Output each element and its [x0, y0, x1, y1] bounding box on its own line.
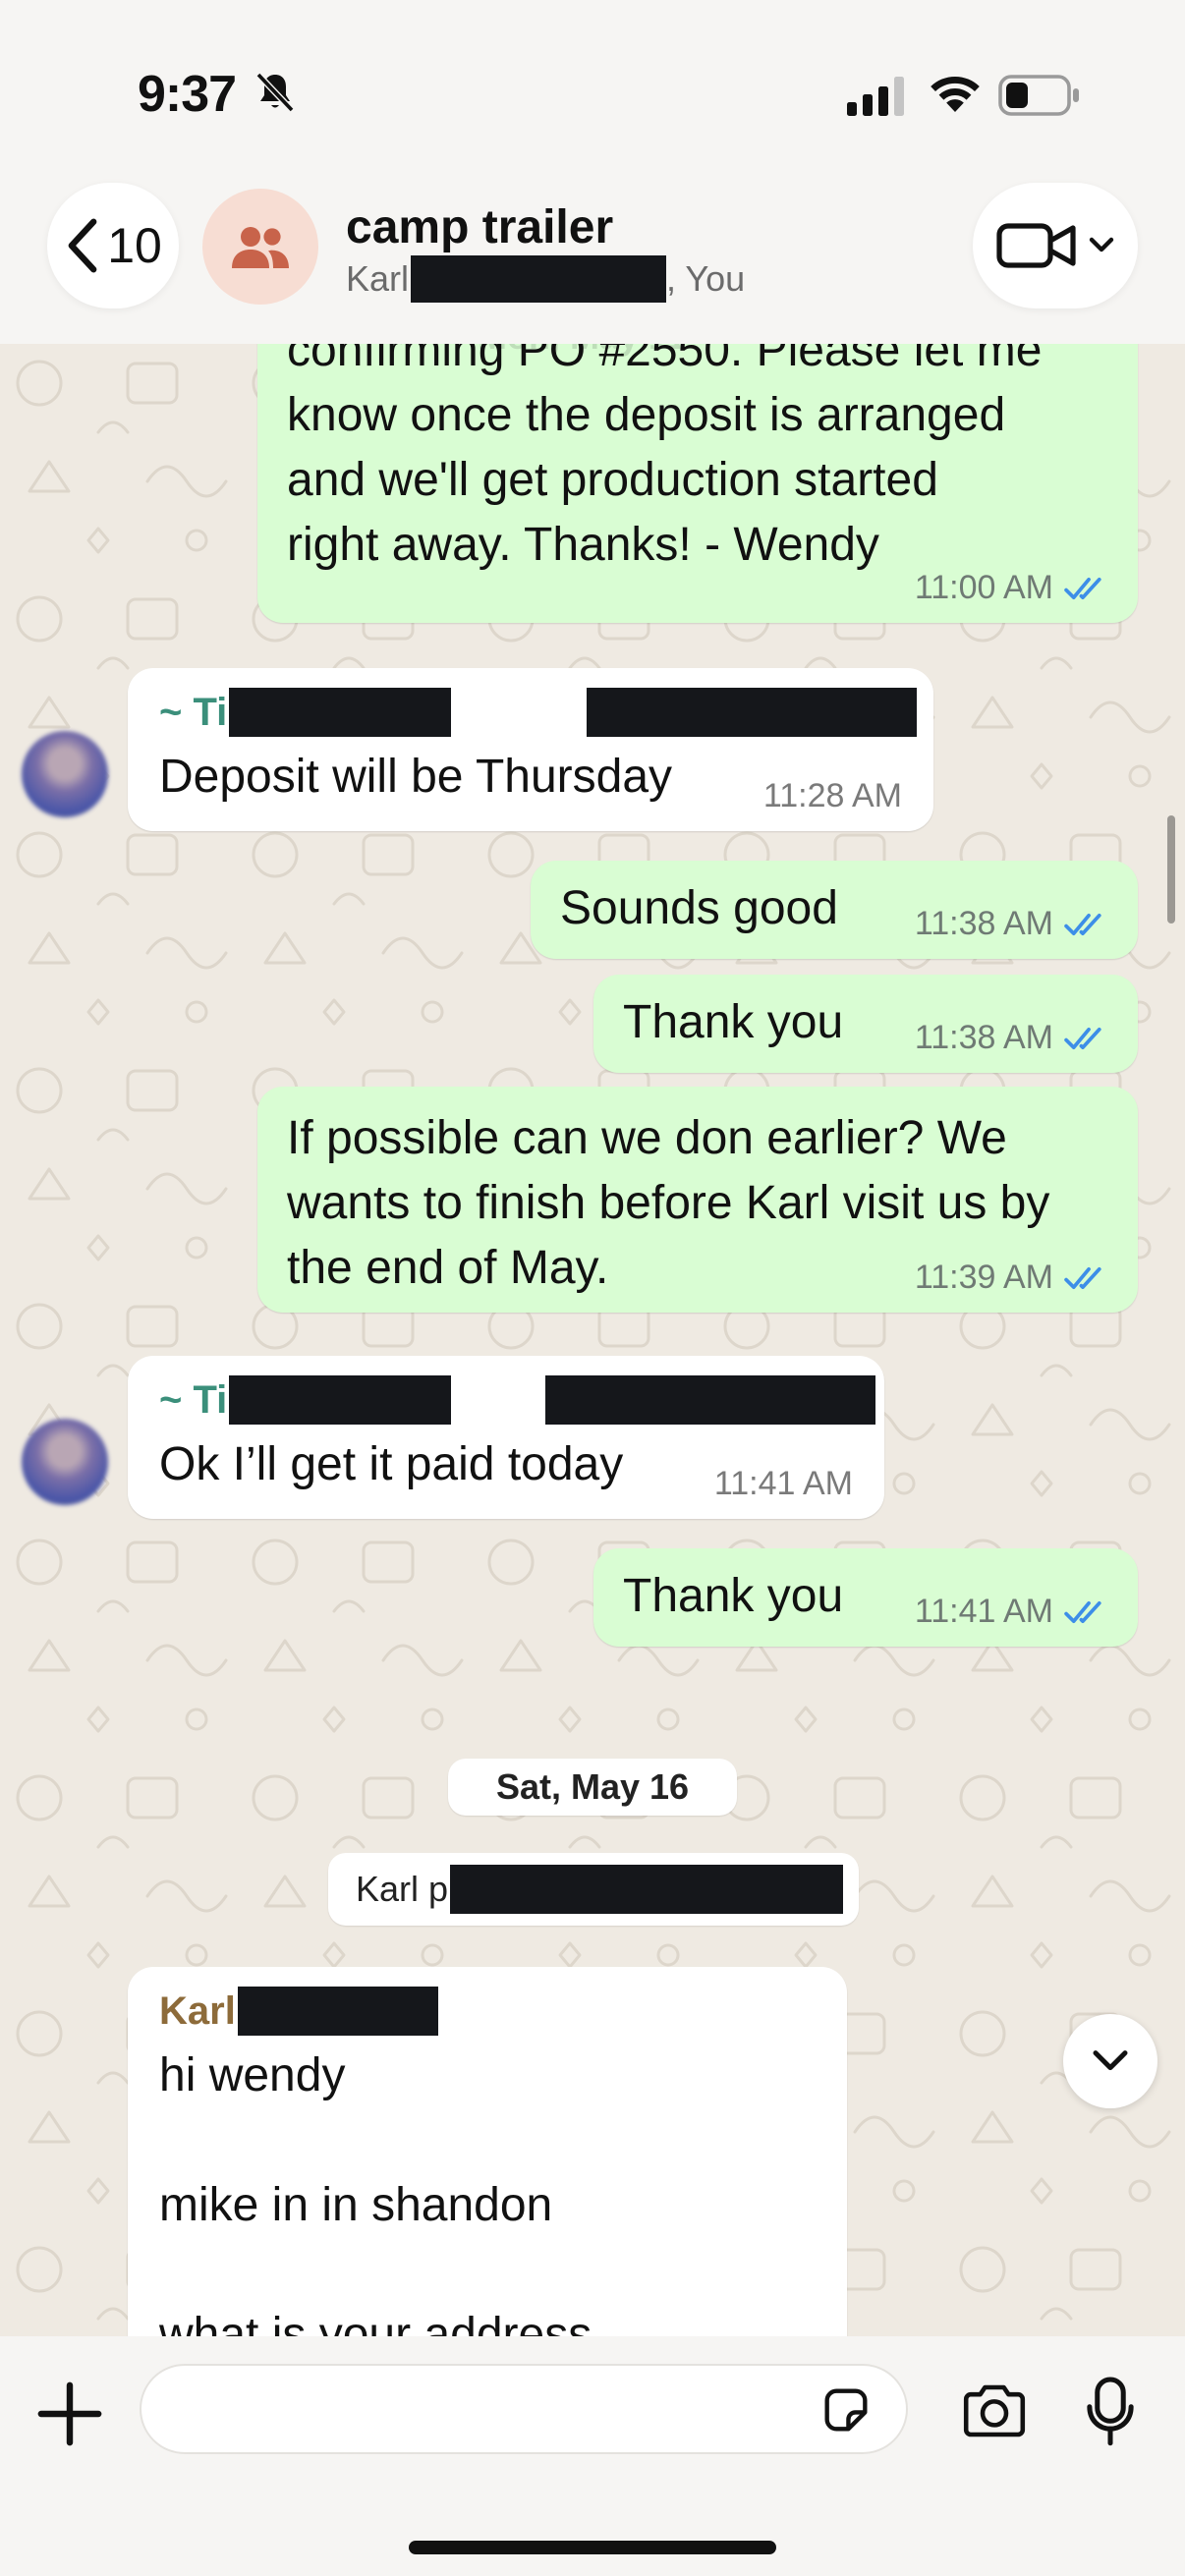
message-time: 11:00 AM	[914, 569, 1053, 606]
system-notice: Karl p	[328, 1853, 859, 1926]
message-time: 11:38 AM	[914, 1019, 1053, 1056]
video-camera-icon	[996, 223, 1076, 268]
message-line: and we'll get production started	[287, 454, 938, 506]
message-time: 11:41 AM	[914, 1593, 1053, 1630]
sender-label: ~ Ti	[159, 1377, 228, 1422]
message-time: 11:28 AM	[762, 777, 902, 814]
chat-participants[interactable]: Karl , You	[346, 255, 745, 303]
unread-count: 10	[107, 218, 162, 273]
camera-icon[interactable]	[959, 2381, 1030, 2440]
chevron-left-icon	[68, 218, 97, 273]
double-check-icon	[1064, 1600, 1101, 1623]
message-input[interactable]	[140, 2364, 908, 2454]
bell-off-icon	[255, 72, 295, 113]
redaction-bar	[587, 688, 918, 737]
sticky-date-faded: Mon, May 11	[478, 344, 686, 358]
message-outgoing[interactable]: Thank you 11:38 AM	[593, 975, 1138, 1073]
scroll-to-bottom-button[interactable]	[1063, 2014, 1157, 2108]
status-time: 9:37	[138, 66, 237, 123]
sender-name[interactable]: ~ Ti	[159, 1375, 876, 1425]
message-line	[159, 2108, 592, 2173]
date-separator: Sat, May 16	[448, 1759, 737, 1816]
status-bar: 9:37	[0, 0, 1185, 177]
participant-you: , You	[666, 258, 746, 299]
message-line: If possible can we don earlier? We	[287, 1112, 1007, 1164]
scroll-indicator[interactable]	[1167, 815, 1175, 924]
message-line: what is your address	[159, 2309, 592, 2336]
redaction-bar	[229, 688, 452, 737]
message-outgoing[interactable]: Thank you 11:41 AM	[593, 1548, 1138, 1647]
message-meta: 11:38 AM	[915, 905, 1108, 943]
message-composer	[0, 2336, 1185, 2576]
message-meta: 11:00 AM	[915, 569, 1108, 607]
sticker-icon[interactable]	[818, 2381, 875, 2438]
message-text: Thank you	[623, 996, 844, 1048]
redaction-bar	[545, 1375, 876, 1425]
double-check-icon	[1064, 913, 1101, 935]
message-text: Thank you	[623, 1570, 844, 1622]
message-time: 11:41 AM	[713, 1465, 853, 1502]
message-line: mike in in shandon	[159, 2179, 553, 2231]
sender-avatar[interactable]	[22, 1419, 108, 1505]
group-avatar[interactable]	[202, 189, 318, 305]
message-time: 11:39 AM	[914, 1259, 1053, 1296]
message-incoming[interactable]: ~ Ti Deposit will be Thursday 11:28 AM	[128, 668, 933, 831]
sender-label: Karl	[159, 1988, 236, 2033]
message-text: confirming PO #2550. Please let me know …	[287, 344, 1042, 578]
battery-icon	[998, 75, 1079, 116]
sender-label: ~ Ti	[159, 690, 228, 734]
message-line: wants to finish before Karl visit us by	[287, 1177, 1050, 1229]
message-meta: 11:38 AM	[915, 1019, 1108, 1057]
redaction-bar	[237, 1987, 438, 2036]
video-call-button[interactable]	[973, 183, 1138, 308]
message-text: Ok I’ll get it paid today	[159, 1438, 624, 1490]
chevron-down-icon	[1093, 2050, 1128, 2071]
message-text: Sounds good	[560, 882, 838, 934]
sender-avatar[interactable]	[22, 731, 108, 817]
home-indicator	[409, 2541, 776, 2554]
participant-name: Karl	[346, 258, 410, 299]
message-meta: 11:28 AM	[763, 777, 902, 815]
message-line: hi wendy	[159, 2049, 346, 2101]
message-text: Deposit will be Thursday	[159, 751, 673, 803]
signal-icon	[847, 77, 904, 116]
double-check-icon	[1064, 1266, 1101, 1289]
chevron-down-icon	[1089, 237, 1114, 252]
message-outgoing[interactable]: Sounds good 11:38 AM	[531, 861, 1138, 959]
redaction-bar	[411, 255, 667, 303]
redaction-bar	[229, 1375, 452, 1425]
chat-area[interactable]: confirming PO #2550. Please let me know …	[0, 344, 1185, 2336]
message-line: know once the deposit is arranged	[287, 389, 1006, 441]
message-incoming[interactable]: ~ Ti Ok I’ll get it paid today 11:41 AM	[128, 1356, 884, 1519]
message-incoming[interactable]: Karl hi wendy mike in in shandon what is…	[128, 1967, 847, 2336]
message-meta: 11:41 AM	[714, 1465, 853, 1503]
wifi-icon	[931, 76, 980, 112]
double-check-icon	[1064, 577, 1101, 599]
message-meta: 11:39 AM	[915, 1259, 1108, 1297]
sender-name[interactable]: Karl	[159, 1987, 438, 2036]
group-icon	[232, 227, 289, 268]
message-text: hi wendy mike in in shandon what is your…	[159, 2044, 592, 2336]
message-meta: 11:41 AM	[915, 1593, 1108, 1631]
system-notice-text: Karl p	[356, 1869, 449, 1909]
message-outgoing[interactable]: confirming PO #2550. Please let me know …	[257, 344, 1138, 623]
double-check-icon	[1064, 1027, 1101, 1049]
redaction-bar	[450, 1865, 844, 1914]
message-outgoing[interactable]: If possible can we don earlier? We wants…	[257, 1087, 1138, 1313]
message-time: 11:38 AM	[914, 905, 1053, 942]
message-line	[159, 2238, 592, 2303]
chat-header: 10 camp trailer Karl , You	[0, 177, 1185, 344]
sender-name[interactable]: ~ Ti	[159, 688, 918, 737]
plus-icon[interactable]	[35, 2380, 104, 2448]
back-button[interactable]: 10	[47, 183, 179, 308]
microphone-icon[interactable]	[1083, 2376, 1138, 2448]
chat-title[interactable]: camp trailer	[346, 200, 613, 254]
